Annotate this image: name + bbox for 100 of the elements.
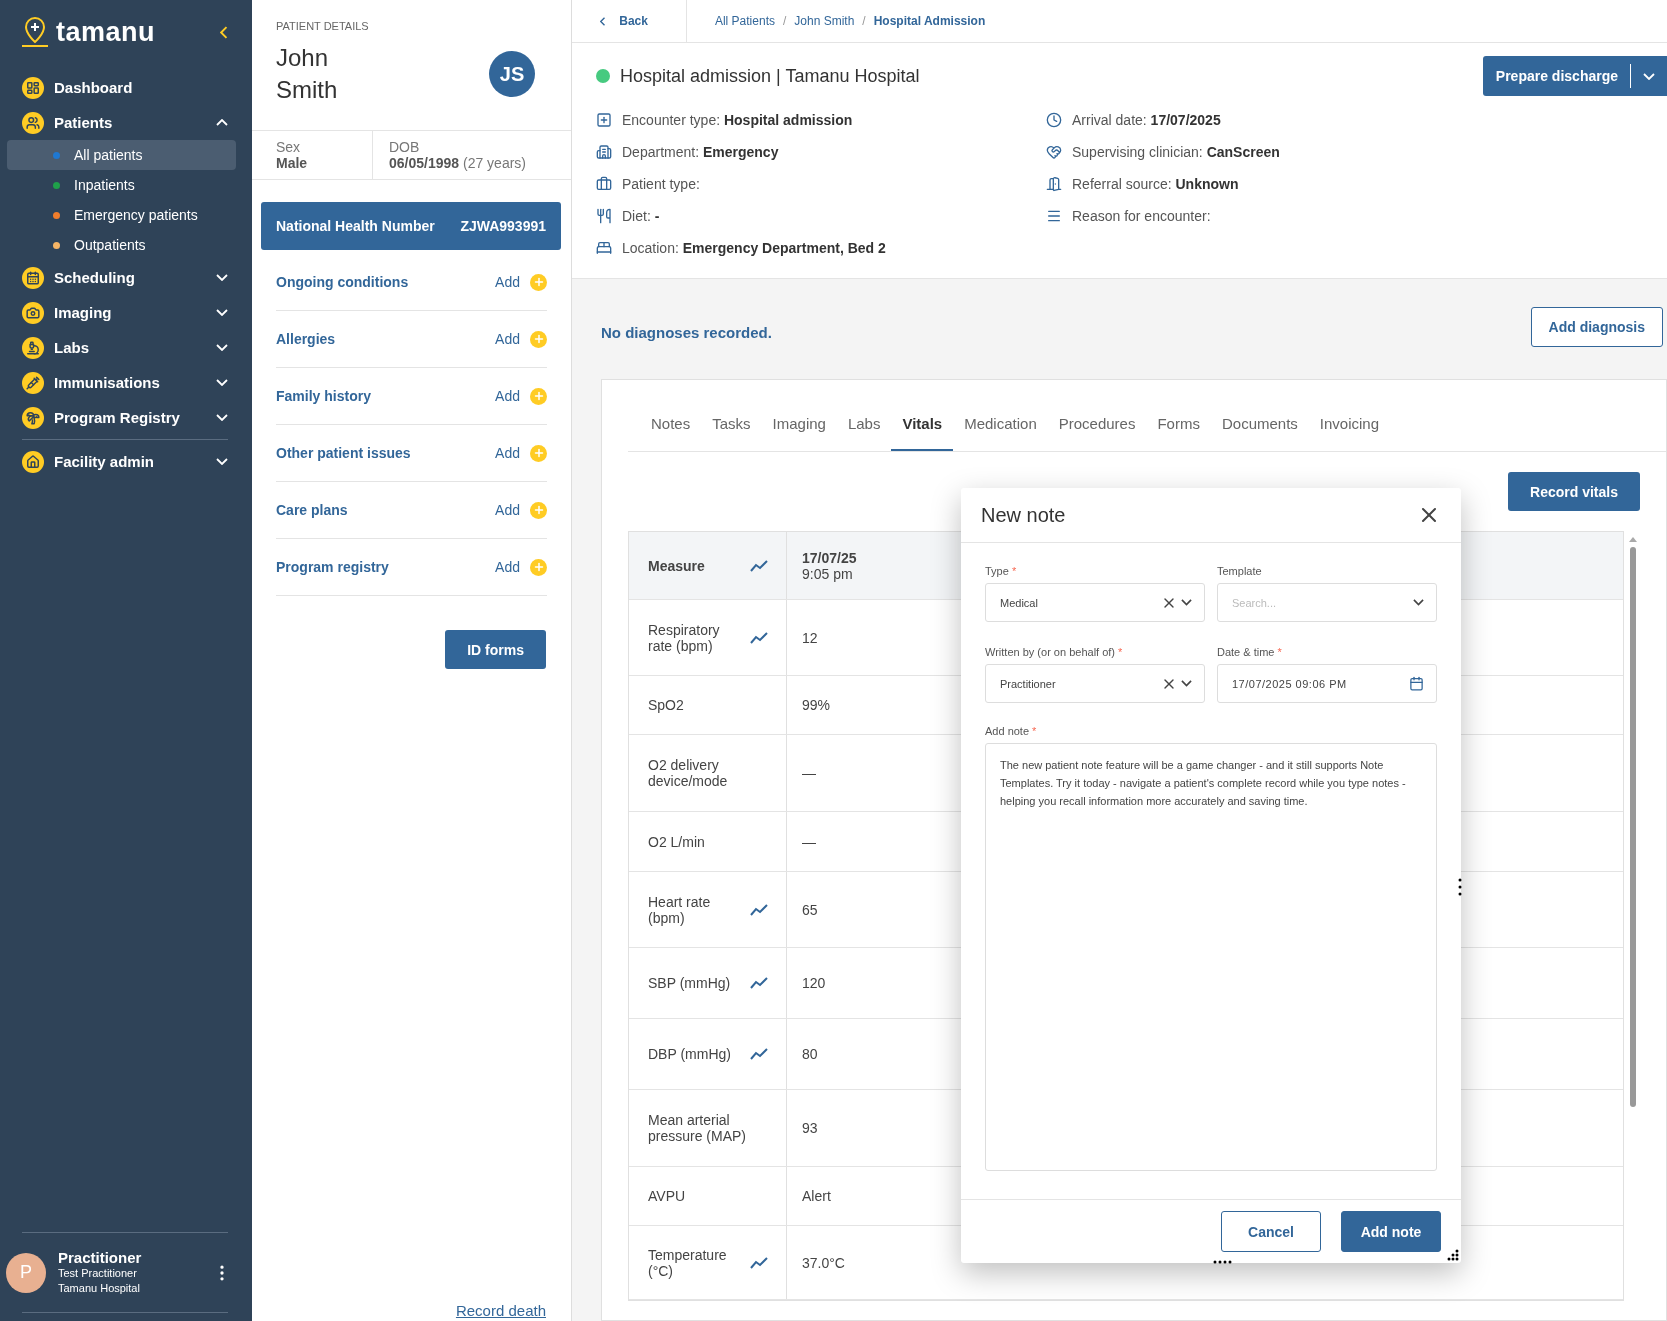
dialog-title: New note bbox=[981, 503, 1066, 527]
value-cell: — bbox=[802, 833, 816, 850]
user-name: Practitioner bbox=[58, 1249, 143, 1266]
tab[interactable]: Medication bbox=[953, 415, 1048, 451]
resize-handle-icon[interactable] bbox=[1447, 1249, 1459, 1261]
nav-subitem[interactable]: Inpatients bbox=[7, 170, 236, 200]
nav-item[interactable]: Labs bbox=[0, 330, 252, 365]
chevron-down-icon[interactable] bbox=[1181, 680, 1192, 687]
chevron-down-icon[interactable] bbox=[1413, 599, 1424, 606]
field-label: Add note * bbox=[985, 725, 1038, 737]
select-field[interactable]: Practitioner bbox=[985, 664, 1205, 703]
breadcrumb-separator: / bbox=[782, 14, 787, 28]
measure-cell-text: AVPU bbox=[648, 1188, 687, 1204]
calendar-icon bbox=[22, 266, 44, 289]
trend-icon[interactable] bbox=[750, 1256, 768, 1269]
tab[interactable]: Procedures bbox=[1047, 415, 1147, 451]
add-button[interactable]: Add bbox=[495, 330, 547, 348]
user-facility: Tamanu Hospital bbox=[58, 1281, 141, 1296]
value-cell: Alert bbox=[802, 1188, 831, 1204]
tab[interactable]: Forms bbox=[1146, 415, 1211, 451]
nav-subitem[interactable]: All patients bbox=[7, 140, 236, 170]
tab[interactable]: Invoicing bbox=[1308, 415, 1391, 451]
house-icon bbox=[22, 450, 44, 473]
microscope-icon bbox=[22, 336, 44, 359]
nav-item[interactable]: Facility admin bbox=[0, 444, 252, 479]
measure-cell-text: Temperature (°C) bbox=[648, 1246, 728, 1279]
section-title: Ongoing conditions bbox=[276, 274, 410, 290]
trend-icon[interactable] bbox=[750, 559, 768, 572]
breadcrumb[interactable]: Hospital Admission bbox=[873, 14, 986, 28]
encounter-detail: Reason for encounter: bbox=[1072, 208, 1211, 224]
id-forms-button[interactable]: ID forms bbox=[445, 630, 546, 669]
patient-name: John Smith bbox=[276, 43, 338, 105]
add-button[interactable]: Add bbox=[495, 273, 547, 291]
plus-icon bbox=[530, 330, 547, 348]
record-death-link[interactable]: Record death bbox=[455, 1302, 546, 1319]
plus-icon bbox=[530, 273, 547, 291]
clock-icon bbox=[1046, 112, 1062, 128]
resize-handle-icon[interactable] bbox=[1458, 878, 1462, 896]
breadcrumb[interactable]: John Smith bbox=[794, 14, 855, 28]
calendar-icon[interactable] bbox=[1409, 676, 1424, 691]
value-cell: 120 bbox=[802, 975, 826, 991]
chevron-up-icon[interactable] bbox=[216, 119, 228, 126]
back-button[interactable]: Back bbox=[572, 0, 687, 42]
add-note-button[interactable]: Add note bbox=[1341, 1211, 1441, 1252]
dropdown-icon[interactable] bbox=[1643, 72, 1655, 80]
map-pin-icon bbox=[20, 16, 50, 48]
nhn-button[interactable]: National Health Number ZJWA993991 bbox=[261, 202, 561, 250]
breadcrumb[interactable]: All Patients bbox=[714, 14, 775, 28]
add-button[interactable]: Add bbox=[495, 558, 547, 576]
record-vitals-button[interactable]: Record vitals bbox=[1508, 472, 1640, 511]
nav-item[interactable]: Imaging bbox=[0, 295, 252, 330]
palm-tree-icon bbox=[22, 406, 44, 429]
collapse-icon[interactable] bbox=[220, 25, 228, 39]
note-field[interactable]: The new patient note feature will be a game changer - and it still supports Note Templates. Try it today - navigate a patient's complete record while you type notes - helping you recall information more accurately and saving time. bbox=[985, 743, 1437, 1171]
plus-icon bbox=[530, 501, 547, 519]
add-button[interactable]: Add bbox=[495, 444, 547, 462]
encounter-detail: Referral source: Unknown bbox=[1072, 176, 1239, 192]
measure-cell-text: Heart rate (bpm) bbox=[648, 893, 712, 926]
tab[interactable]: Documents bbox=[1210, 415, 1309, 451]
tab[interactable]: Labs bbox=[836, 415, 892, 451]
nav-item[interactable]: Immunisations bbox=[0, 365, 252, 400]
nav-item[interactable]: Scheduling bbox=[0, 260, 252, 295]
plus-icon bbox=[530, 444, 547, 462]
field-label: Type * bbox=[985, 565, 1018, 577]
add-button[interactable]: Add bbox=[495, 387, 547, 405]
add-button[interactable]: Add bbox=[495, 501, 547, 519]
lines-icon bbox=[1046, 208, 1062, 224]
nav-item[interactable]: Dashboard bbox=[0, 70, 252, 105]
select-field[interactable]: Medical bbox=[985, 583, 1205, 622]
date-time-field[interactable]: 17/07/2025 09:06 PM bbox=[1217, 664, 1437, 703]
chevron-down-icon[interactable] bbox=[1181, 599, 1192, 606]
encounter-title: Hospital admission | Tamanu Hospital bbox=[620, 65, 921, 87]
trend-icon[interactable] bbox=[750, 903, 768, 916]
breadcrumb-separator: / bbox=[862, 14, 866, 28]
nav-subitem[interactable]: Emergency patients bbox=[7, 200, 236, 230]
door-icon bbox=[1046, 176, 1062, 192]
tab[interactable]: Vitals bbox=[891, 415, 954, 451]
tab[interactable]: Imaging bbox=[761, 415, 837, 451]
add-diagnosis-button[interactable]: Add diagnosis bbox=[1530, 307, 1663, 347]
logo-text: tamanu bbox=[56, 16, 157, 48]
tab[interactable]: Tasks bbox=[701, 415, 762, 451]
diagnoses-message: No diagnoses recorded. bbox=[601, 322, 772, 341]
encounter-detail: Arrival date: 17/07/2025 bbox=[1072, 112, 1221, 128]
column-header: 17/07/25 9:05 pm bbox=[802, 549, 857, 582]
tab[interactable]: Notes bbox=[640, 415, 702, 451]
trend-icon[interactable] bbox=[750, 1048, 768, 1060]
nav-subitem[interactable]: Outpatients bbox=[7, 230, 236, 260]
briefcase-icon bbox=[596, 176, 612, 192]
building-icon bbox=[596, 144, 612, 160]
column-header: Measure bbox=[648, 557, 706, 574]
section-title: Family history bbox=[276, 388, 372, 404]
nav-item[interactable]: Patients bbox=[0, 105, 252, 140]
trend-icon[interactable] bbox=[750, 631, 768, 644]
trend-icon[interactable] bbox=[750, 977, 768, 989]
nav-item[interactable]: Program Registry bbox=[0, 400, 252, 435]
cancel-button[interactable]: Cancel bbox=[1221, 1211, 1321, 1252]
value-cell: 93 bbox=[802, 1120, 818, 1136]
back-icon[interactable] bbox=[600, 16, 606, 26]
prepare-discharge-button[interactable]: Prepare discharge bbox=[1482, 56, 1667, 96]
resize-handle-icon[interactable] bbox=[1213, 1260, 1233, 1264]
